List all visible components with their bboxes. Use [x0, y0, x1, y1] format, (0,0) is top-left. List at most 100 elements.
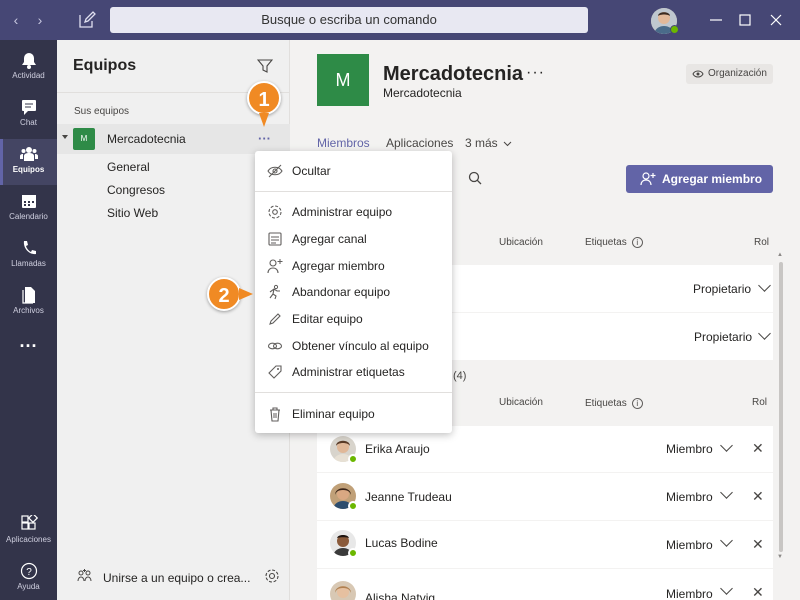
join-team-icon [77, 569, 93, 588]
scrollbar[interactable] [779, 262, 783, 552]
remove-member-icon[interactable]: ✕ [752, 488, 764, 505]
appbar-label: Archivos [13, 306, 44, 315]
channel-item[interactable]: General [107, 160, 150, 174]
more-options-icon[interactable]: ··· [258, 132, 271, 145]
teams-icon [19, 147, 38, 161]
remove-member-icon[interactable]: ✕ [752, 440, 764, 457]
chevron-down-icon[interactable] [758, 327, 771, 340]
team-context-menu: Ocultar Administrar equipo Agregar canal… [255, 151, 452, 433]
menu-item-get-link[interactable]: Obtener vínculo al equipo [255, 334, 452, 358]
page-subtitle: Mercadotecnia [383, 86, 462, 100]
remove-member-icon[interactable]: ✕ [752, 536, 764, 553]
column-role: Rol [754, 237, 770, 248]
gear-icon [268, 205, 282, 219]
tab-more[interactable]: 3 más [465, 136, 512, 150]
organization-label: Organización [708, 68, 767, 79]
appbar-files[interactable]: Archivos [0, 280, 57, 326]
appbar-label: Equipos [12, 165, 45, 174]
search-icon[interactable] [468, 171, 482, 190]
appbar-more[interactable]: ... [0, 327, 57, 373]
forward-arrow-icon[interactable]: › [30, 10, 50, 30]
chevron-down-icon[interactable] [720, 439, 733, 452]
appbar-activity[interactable]: Actividad [0, 45, 57, 91]
menu-item-label: Administrar equipo [292, 205, 393, 219]
menu-item-edit-team[interactable]: Editar equipo [255, 307, 452, 331]
member-row[interactable]: Alisha Natvig Miembro ✕ [317, 569, 773, 600]
menu-item-leave-team[interactable]: Abandonar equipo [255, 280, 452, 304]
appbar-chat[interactable]: Chat [0, 92, 57, 138]
filter-icon[interactable] [256, 58, 274, 79]
chevron-down-icon[interactable] [720, 534, 733, 547]
chevron-down-icon[interactable] [758, 279, 771, 292]
close-window-icon[interactable] [766, 10, 786, 30]
eye-icon [692, 70, 704, 78]
column-location: Ubicación [499, 397, 543, 408]
member-row[interactable]: Jeanne Trudeau Miembro ✕ [317, 473, 773, 520]
column-tags: Etiquetas i [585, 237, 643, 248]
appbar-label: Calendario [9, 212, 48, 221]
member-row[interactable]: Lucas Bodine Miembro ✕ [317, 521, 773, 568]
tab-miembros[interactable]: Miembros [317, 136, 370, 150]
organization-badge[interactable]: Organización [686, 64, 773, 84]
svg-text:?: ? [26, 567, 32, 578]
menu-item-label: Administrar etiquetas [292, 365, 405, 379]
avatar [330, 581, 356, 600]
team-name: Mercadotecnia [107, 132, 186, 146]
role-label: Miembro [666, 587, 713, 600]
join-team-row[interactable]: Unirse a un equipo o crea... [57, 557, 290, 597]
menu-item-manage-tags[interactable]: Administrar etiquetas [255, 360, 452, 384]
back-arrow-icon[interactable]: ‹ [6, 10, 26, 30]
tab-more-label: 3 más [465, 136, 498, 150]
appbar-label: Ayuda [17, 582, 40, 591]
chevron-down-icon[interactable] [720, 486, 733, 499]
member-name: Alisha Natvig [365, 591, 436, 600]
menu-item-hide[interactable]: Ocultar [255, 159, 452, 183]
presence-dot [348, 548, 358, 558]
eye-slash-icon [267, 164, 283, 178]
add-member-button[interactable]: Agregar miembro [626, 165, 773, 193]
expand-caret-icon[interactable] [62, 135, 68, 139]
team-row-mercadotecnia[interactable]: M Mercadotecnia ··· [57, 124, 290, 154]
tab-aplicaciones[interactable]: Aplicaciones [386, 136, 453, 150]
trash-icon [270, 407, 280, 422]
callout-pointer [239, 288, 253, 300]
more-icon: ... [19, 331, 38, 351]
presence-dot [670, 25, 679, 34]
appbar-calendar[interactable]: Calendario [0, 186, 57, 232]
minimize-icon[interactable] [706, 10, 726, 30]
menu-item-label: Abandonar equipo [292, 285, 391, 299]
scroll-down-icon[interactable]: ▼ [777, 554, 783, 560]
channel-item[interactable]: Congresos [107, 183, 165, 197]
column-role: Rol [752, 397, 768, 408]
menu-item-manage-team[interactable]: Administrar equipo [255, 200, 452, 224]
menu-item-delete-team[interactable]: Eliminar equipo [255, 402, 452, 426]
step-callout-1: 1 [247, 81, 281, 115]
menu-divider [255, 392, 452, 393]
appbar-teams[interactable]: Equipos [0, 139, 57, 185]
step-callout-2: 2 [207, 277, 241, 311]
chevron-down-icon[interactable] [720, 582, 733, 595]
menu-item-add-channel[interactable]: Agregar canal [255, 227, 452, 251]
apps-icon [20, 515, 38, 530]
command-search-input[interactable]: Busque o escriba un comando [110, 7, 588, 33]
bell-icon [21, 53, 36, 69]
role-label: Propietario [694, 330, 753, 344]
title-more-icon[interactable]: ··· [526, 64, 545, 82]
appbar-help[interactable]: ? Ayuda [0, 556, 57, 600]
scroll-up-icon[interactable]: ▲ [777, 252, 783, 258]
gear-icon[interactable] [264, 568, 280, 589]
appbar-calls[interactable]: Llamadas [0, 233, 57, 279]
menu-item-label: Editar equipo [292, 312, 363, 326]
appbar-apps[interactable]: Aplicaciones [0, 509, 57, 555]
maximize-icon[interactable] [735, 10, 755, 30]
title-bar: ‹ › Busque o escriba un comando [0, 0, 800, 40]
menu-item-add-member[interactable]: Agregar miembro [255, 254, 452, 278]
calendar-icon [21, 195, 36, 208]
team-avatar-tile: M [317, 54, 369, 106]
compose-icon[interactable] [76, 9, 98, 31]
channel-icon [268, 232, 282, 246]
info-icon[interactable]: i [631, 237, 643, 248]
channel-item[interactable]: Sitio Web [107, 206, 158, 220]
remove-member-icon[interactable]: ✕ [752, 584, 764, 600]
info-icon[interactable]: i [631, 398, 643, 409]
